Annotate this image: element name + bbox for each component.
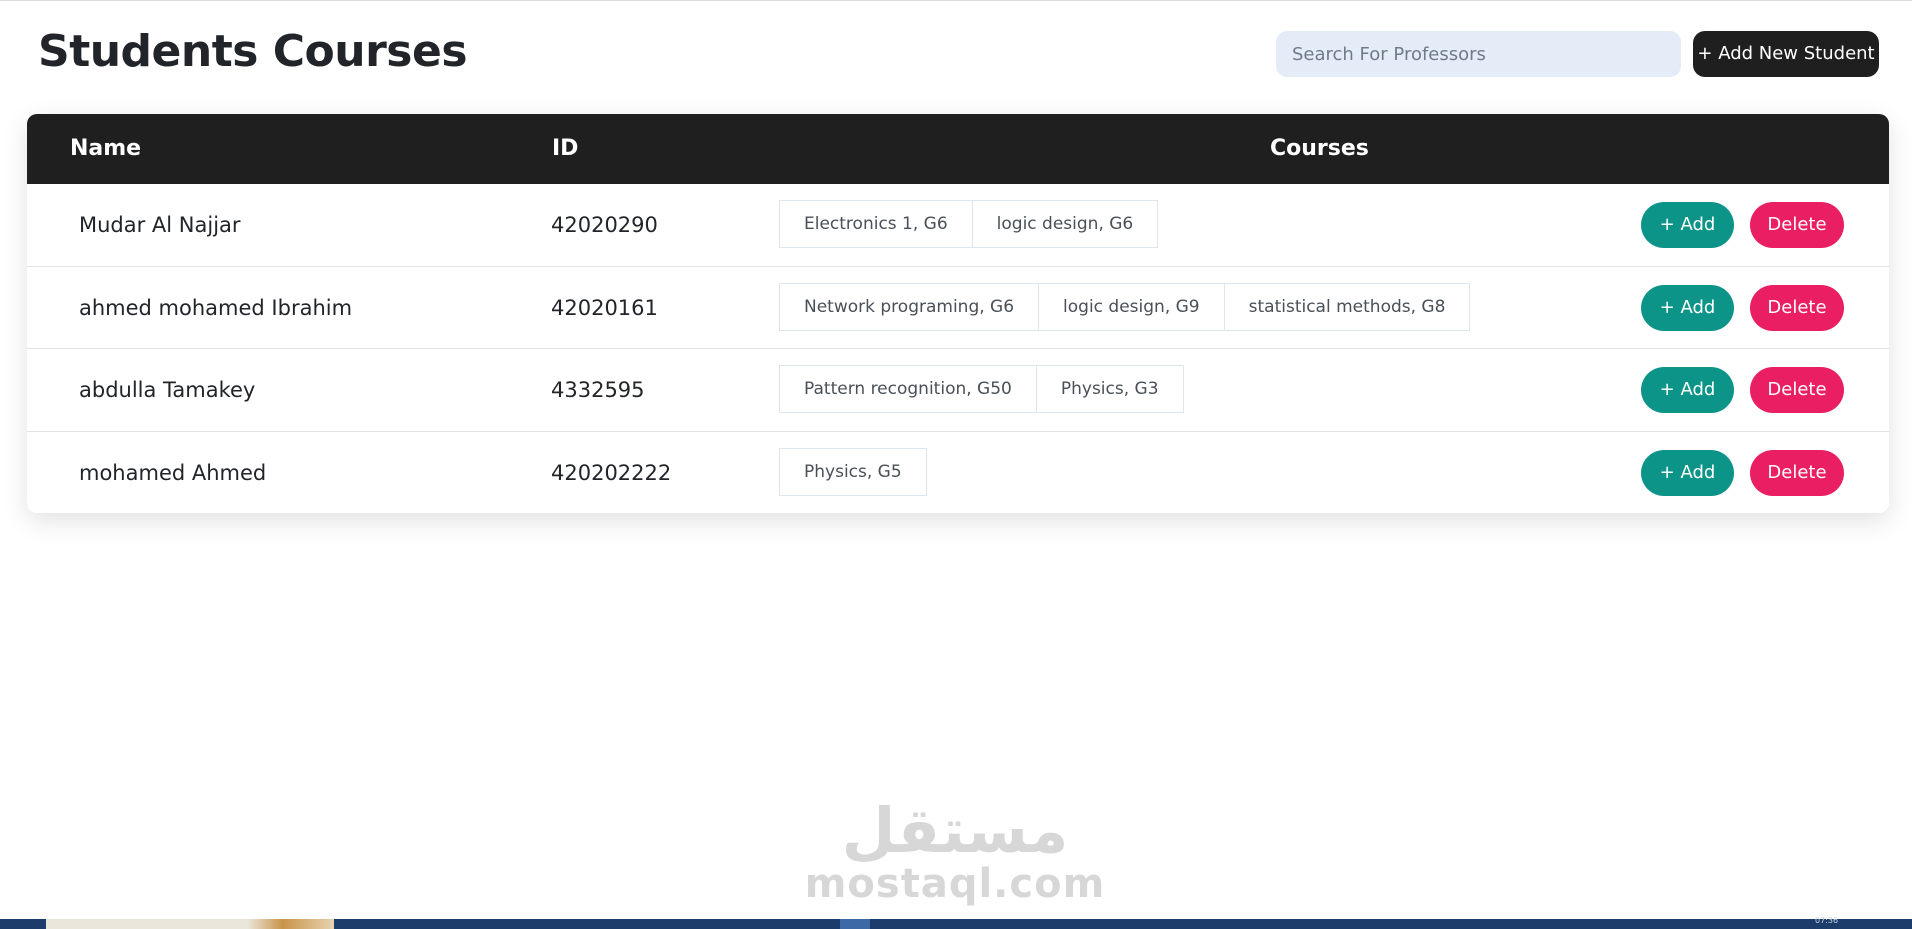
course-chip[interactable]: statistical methods, G8	[1223, 282, 1471, 331]
table-row: Mudar Al Najjar 42020290 Electronics 1, …	[27, 184, 1889, 267]
delete-student-button[interactable]: Delete	[1750, 449, 1844, 496]
course-list: Pattern recognition, G50 Physics, G3	[779, 365, 1184, 413]
student-name: Mudar Al Najjar	[79, 213, 241, 237]
delete-student-button[interactable]: Delete	[1750, 367, 1844, 413]
course-chip[interactable]: Physics, G3	[1035, 365, 1184, 413]
students-table: Name ID Courses Mudar Al Najjar 42020290…	[27, 114, 1889, 513]
delete-student-button[interactable]: Delete	[1750, 284, 1844, 331]
table-row: ahmed mohamed Ibrahim 42020161 Network p…	[27, 267, 1889, 349]
add-course-button[interactable]: + Add	[1641, 449, 1734, 496]
column-header-id: ID	[552, 136, 579, 161]
student-id: 420202222	[551, 460, 672, 485]
taskbar-clock: 07:36	[1815, 916, 1839, 925]
table-header: Name ID Courses	[27, 114, 1889, 184]
add-course-button[interactable]: + Add	[1641, 284, 1734, 331]
page-title: Students Courses	[38, 26, 468, 77]
delete-student-button[interactable]: Delete	[1750, 202, 1844, 248]
os-taskbar: 07:36	[0, 916, 1912, 929]
table-row: abdulla Tamakey 4332595 Pattern recognit…	[27, 349, 1889, 432]
add-course-button[interactable]: + Add	[1641, 202, 1734, 248]
search-input[interactable]	[1276, 31, 1681, 77]
student-id: 4332595	[551, 378, 645, 402]
top-border	[0, 0, 1912, 1]
student-id: 42020161	[551, 295, 658, 320]
course-chip[interactable]: Physics, G5	[779, 447, 927, 496]
student-name: abdulla Tamakey	[79, 378, 256, 402]
student-name: mohamed Ahmed	[79, 460, 267, 485]
course-list: Physics, G5	[779, 447, 927, 496]
student-id: 42020290	[551, 213, 658, 237]
mostaql-watermark: مستقل mostaql.com	[780, 794, 1130, 907]
course-chip[interactable]: Electronics 1, G6	[779, 200, 973, 248]
add-course-button[interactable]: + Add	[1641, 367, 1734, 413]
table-row: mohamed Ahmed 420202222 Physics, G5 + Ad…	[27, 432, 1889, 514]
course-chip[interactable]: logic design, G6	[971, 200, 1159, 248]
course-chip[interactable]: logic design, G9	[1038, 282, 1225, 331]
course-list: Electronics 1, G6 logic design, G6	[779, 200, 1159, 248]
course-chip[interactable]: Pattern recognition, G50	[779, 365, 1037, 413]
watermark-latin: mostaql.com	[804, 861, 1106, 907]
column-header-name: Name	[70, 136, 142, 161]
course-chip[interactable]: Network programing, G6	[779, 282, 1040, 331]
watermark-arabic: مستقل	[841, 794, 1069, 867]
student-name: ahmed mohamed Ibrahim	[79, 295, 353, 320]
add-new-student-button[interactable]: + Add New Student	[1693, 31, 1879, 77]
taskbar-thumbnail[interactable]	[46, 919, 334, 929]
column-header-courses: Courses	[1270, 136, 1369, 161]
course-list: Network programing, G6 logic design, G9 …	[779, 282, 1471, 331]
taskbar-active-app[interactable]	[840, 919, 870, 929]
